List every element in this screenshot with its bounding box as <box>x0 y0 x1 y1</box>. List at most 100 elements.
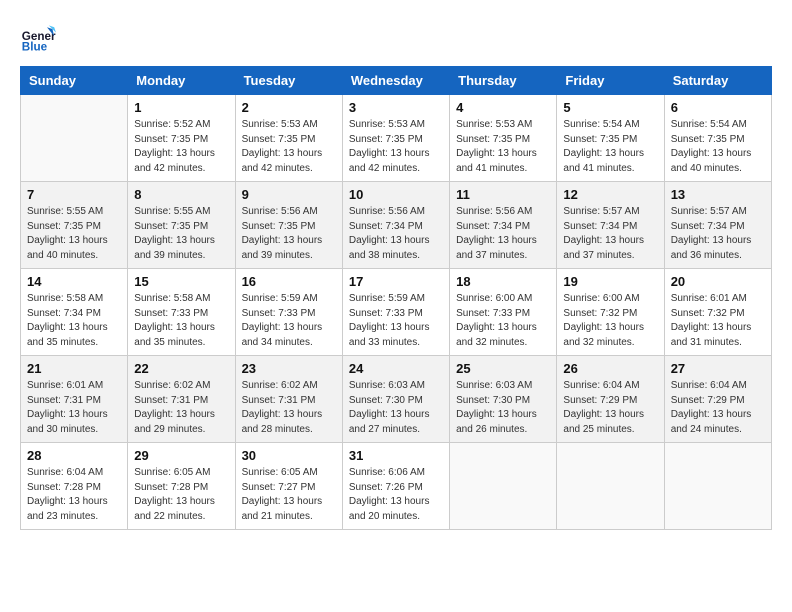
calendar-cell: 8 Sunrise: 5:55 AM Sunset: 7:35 PM Daylig… <box>128 182 235 269</box>
calendar-cell: 30 Sunrise: 6:05 AM Sunset: 7:27 PM Dayli… <box>235 443 342 530</box>
day-info: Sunrise: 5:58 AM Sunset: 7:33 PM Dayligh… <box>134 292 228 350</box>
day-info: Sunrise: 5:53 AM Sunset: 7:35 PM Dayligh… <box>349 118 443 176</box>
day-info: Sunrise: 5:55 AM Sunset: 7:35 PM Dayligh… <box>134 205 228 263</box>
calendar-header-row: SundayMondayTuesdayWednesdayThursdayFrid… <box>21 67 772 95</box>
column-header-friday: Friday <box>557 67 664 95</box>
calendar-cell: 15 Sunrise: 5:58 AM Sunset: 7:33 PM Dayli… <box>128 269 235 356</box>
day-info: Sunrise: 5:58 AM Sunset: 7:34 PM Dayligh… <box>27 292 121 350</box>
calendar-cell: 20 Sunrise: 6:01 AM Sunset: 7:32 PM Dayli… <box>664 269 771 356</box>
column-header-thursday: Thursday <box>450 67 557 95</box>
day-info: Sunrise: 5:56 AM Sunset: 7:34 PM Dayligh… <box>456 205 550 263</box>
day-number: 10 <box>349 187 443 202</box>
day-number: 12 <box>563 187 657 202</box>
day-info: Sunrise: 5:52 AM Sunset: 7:35 PM Dayligh… <box>134 118 228 176</box>
column-header-wednesday: Wednesday <box>342 67 449 95</box>
calendar-cell: 10 Sunrise: 5:56 AM Sunset: 7:34 PM Dayli… <box>342 182 449 269</box>
calendar-cell: 6 Sunrise: 5:54 AM Sunset: 7:35 PM Daylig… <box>664 95 771 182</box>
calendar-cell: 21 Sunrise: 6:01 AM Sunset: 7:31 PM Dayli… <box>21 356 128 443</box>
calendar-week-row: 14 Sunrise: 5:58 AM Sunset: 7:34 PM Dayli… <box>21 269 772 356</box>
calendar-cell: 17 Sunrise: 5:59 AM Sunset: 7:33 PM Dayli… <box>342 269 449 356</box>
day-number: 3 <box>349 100 443 115</box>
day-info: Sunrise: 5:57 AM Sunset: 7:34 PM Dayligh… <box>563 205 657 263</box>
day-number: 20 <box>671 274 765 289</box>
calendar-cell: 16 Sunrise: 5:59 AM Sunset: 7:33 PM Dayli… <box>235 269 342 356</box>
day-info: Sunrise: 5:56 AM Sunset: 7:34 PM Dayligh… <box>349 205 443 263</box>
day-info: Sunrise: 6:02 AM Sunset: 7:31 PM Dayligh… <box>242 379 336 437</box>
page-header: General Blue <box>20 20 772 56</box>
calendar-cell: 25 Sunrise: 6:03 AM Sunset: 7:30 PM Dayli… <box>450 356 557 443</box>
logo: General Blue <box>20 20 62 56</box>
calendar-cell: 7Sunrise: 5:55 AM Sunset: 7:35 PM Daylig… <box>21 182 128 269</box>
calendar-cell: 31 Sunrise: 6:06 AM Sunset: 7:26 PM Dayli… <box>342 443 449 530</box>
day-number: 30 <box>242 448 336 463</box>
day-info: Sunrise: 5:54 AM Sunset: 7:35 PM Dayligh… <box>671 118 765 176</box>
day-info: Sunrise: 6:01 AM Sunset: 7:32 PM Dayligh… <box>671 292 765 350</box>
day-info: Sunrise: 6:05 AM Sunset: 7:27 PM Dayligh… <box>242 466 336 524</box>
day-number: 18 <box>456 274 550 289</box>
day-info: Sunrise: 5:59 AM Sunset: 7:33 PM Dayligh… <box>349 292 443 350</box>
day-number: 23 <box>242 361 336 376</box>
column-header-monday: Monday <box>128 67 235 95</box>
day-info: Sunrise: 6:01 AM Sunset: 7:31 PM Dayligh… <box>27 379 121 437</box>
calendar-cell: 11 Sunrise: 5:56 AM Sunset: 7:34 PM Dayli… <box>450 182 557 269</box>
calendar-week-row: 28Sunrise: 6:04 AM Sunset: 7:28 PM Dayli… <box>21 443 772 530</box>
day-info: Sunrise: 6:04 AM Sunset: 7:28 PM Dayligh… <box>27 466 121 524</box>
calendar-week-row: 7Sunrise: 5:55 AM Sunset: 7:35 PM Daylig… <box>21 182 772 269</box>
calendar-cell: 27 Sunrise: 6:04 AM Sunset: 7:29 PM Dayli… <box>664 356 771 443</box>
logo-icon: General Blue <box>20 20 56 56</box>
day-info: Sunrise: 6:00 AM Sunset: 7:32 PM Dayligh… <box>563 292 657 350</box>
calendar-cell: 19 Sunrise: 6:00 AM Sunset: 7:32 PM Dayli… <box>557 269 664 356</box>
day-info: Sunrise: 5:53 AM Sunset: 7:35 PM Dayligh… <box>456 118 550 176</box>
calendar-cell: 24Sunrise: 6:03 AM Sunset: 7:30 PM Dayli… <box>342 356 449 443</box>
day-number: 8 <box>134 187 228 202</box>
day-number: 31 <box>349 448 443 463</box>
day-info: Sunrise: 5:53 AM Sunset: 7:35 PM Dayligh… <box>242 118 336 176</box>
day-info: Sunrise: 6:06 AM Sunset: 7:26 PM Dayligh… <box>349 466 443 524</box>
calendar-cell: 1 Sunrise: 5:52 AM Sunset: 7:35 PM Daylig… <box>128 95 235 182</box>
calendar-cell: 18 Sunrise: 6:00 AM Sunset: 7:33 PM Dayli… <box>450 269 557 356</box>
calendar-cell: 5Sunrise: 5:54 AM Sunset: 7:35 PM Daylig… <box>557 95 664 182</box>
day-info: Sunrise: 5:57 AM Sunset: 7:34 PM Dayligh… <box>671 205 765 263</box>
day-number: 1 <box>134 100 228 115</box>
day-info: Sunrise: 6:00 AM Sunset: 7:33 PM Dayligh… <box>456 292 550 350</box>
day-info: Sunrise: 6:04 AM Sunset: 7:29 PM Dayligh… <box>563 379 657 437</box>
calendar-cell: 26Sunrise: 6:04 AM Sunset: 7:29 PM Dayli… <box>557 356 664 443</box>
day-number: 21 <box>27 361 121 376</box>
day-info: Sunrise: 5:55 AM Sunset: 7:35 PM Dayligh… <box>27 205 121 263</box>
calendar-cell: 14 Sunrise: 5:58 AM Sunset: 7:34 PM Dayli… <box>21 269 128 356</box>
calendar-cell: 28Sunrise: 6:04 AM Sunset: 7:28 PM Dayli… <box>21 443 128 530</box>
day-number: 19 <box>563 274 657 289</box>
day-number: 17 <box>349 274 443 289</box>
calendar-cell: 2Sunrise: 5:53 AM Sunset: 7:35 PM Daylig… <box>235 95 342 182</box>
calendar-week-row: 21 Sunrise: 6:01 AM Sunset: 7:31 PM Dayli… <box>21 356 772 443</box>
day-number: 11 <box>456 187 550 202</box>
calendar-cell <box>664 443 771 530</box>
calendar-cell: 12 Sunrise: 5:57 AM Sunset: 7:34 PM Dayli… <box>557 182 664 269</box>
day-number: 24 <box>349 361 443 376</box>
svg-text:Blue: Blue <box>22 41 48 54</box>
calendar-cell: 22Sunrise: 6:02 AM Sunset: 7:31 PM Dayli… <box>128 356 235 443</box>
day-info: Sunrise: 5:54 AM Sunset: 7:35 PM Dayligh… <box>563 118 657 176</box>
day-info: Sunrise: 6:03 AM Sunset: 7:30 PM Dayligh… <box>456 379 550 437</box>
day-number: 6 <box>671 100 765 115</box>
day-number: 27 <box>671 361 765 376</box>
calendar-cell: 9Sunrise: 5:56 AM Sunset: 7:35 PM Daylig… <box>235 182 342 269</box>
day-number: 16 <box>242 274 336 289</box>
day-info: Sunrise: 5:59 AM Sunset: 7:33 PM Dayligh… <box>242 292 336 350</box>
calendar-cell: 3 Sunrise: 5:53 AM Sunset: 7:35 PM Daylig… <box>342 95 449 182</box>
day-number: 22 <box>134 361 228 376</box>
day-number: 14 <box>27 274 121 289</box>
column-header-saturday: Saturday <box>664 67 771 95</box>
day-info: Sunrise: 6:04 AM Sunset: 7:29 PM Dayligh… <box>671 379 765 437</box>
day-number: 9 <box>242 187 336 202</box>
day-number: 25 <box>456 361 550 376</box>
column-header-sunday: Sunday <box>21 67 128 95</box>
calendar-table: SundayMondayTuesdayWednesdayThursdayFrid… <box>20 66 772 530</box>
day-number: 29 <box>134 448 228 463</box>
day-number: 15 <box>134 274 228 289</box>
day-number: 13 <box>671 187 765 202</box>
calendar-week-row: 1 Sunrise: 5:52 AM Sunset: 7:35 PM Daylig… <box>21 95 772 182</box>
calendar-cell <box>557 443 664 530</box>
calendar-cell <box>450 443 557 530</box>
day-info: Sunrise: 6:05 AM Sunset: 7:28 PM Dayligh… <box>134 466 228 524</box>
